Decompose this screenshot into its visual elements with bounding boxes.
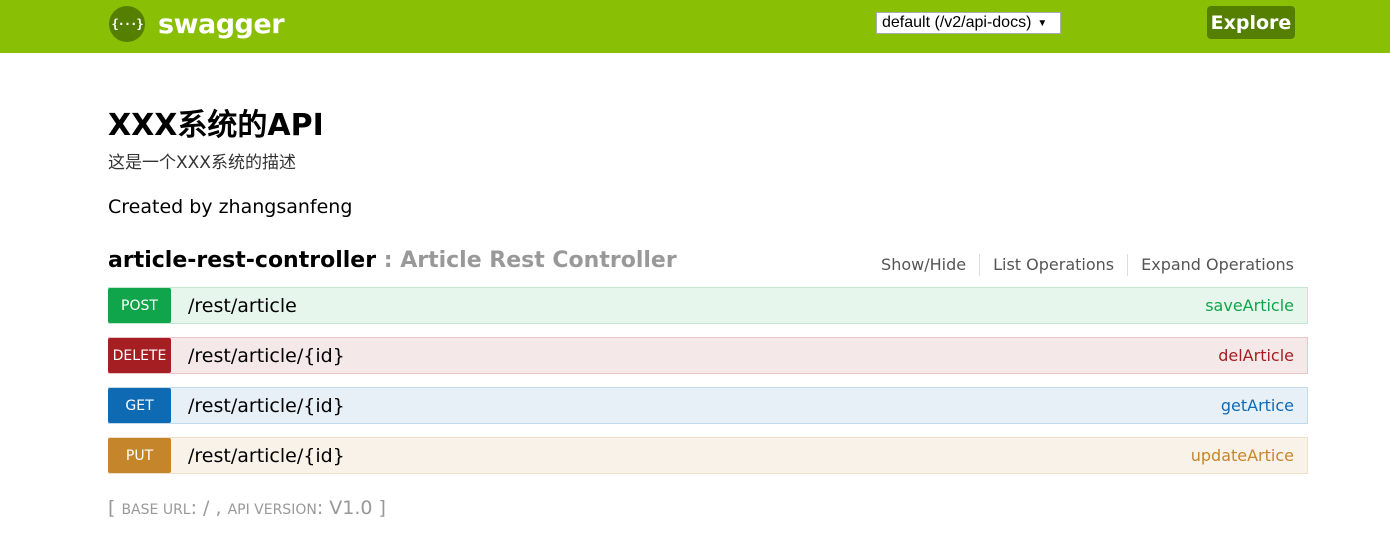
operation-nickname[interactable]: getArtice: [1221, 396, 1294, 415]
method-badge-delete[interactable]: DELETE: [108, 338, 171, 373]
operation-nickname[interactable]: saveArticle: [1205, 296, 1294, 315]
base-url-value: : / ,: [190, 497, 228, 519]
base-url-label: Base URL: [121, 502, 191, 518]
api-version-value: : V1.0: [316, 497, 379, 519]
footer-close-bracket: ]: [378, 497, 386, 519]
resource-name[interactable]: article-rest-controller: [108, 248, 376, 273]
api-spec-select[interactable]: default (/v2/api-docs) ▼: [876, 12, 1061, 34]
operation-post-save-article[interactable]: POST /rest/article saveArticle: [108, 287, 1308, 324]
operation-path[interactable]: /rest/article/{id}: [188, 395, 345, 417]
resource-separator: :: [376, 248, 401, 273]
operation-path[interactable]: /rest/article/{id}: [188, 345, 345, 367]
method-badge-post[interactable]: POST: [108, 288, 171, 323]
operation-put-update-article[interactable]: PUT /rest/article/{id} updateArtice: [108, 437, 1308, 474]
api-description: 这是一个XXX系统的描述: [108, 153, 296, 173]
method-badge-get[interactable]: GET: [108, 388, 171, 423]
api-spec-selected: default (/v2/api-docs): [882, 14, 1032, 31]
operation-get-article[interactable]: GET /rest/article/{id} getArtice: [108, 387, 1308, 424]
swagger-logo[interactable]: {···} swagger: [109, 6, 285, 42]
operation-nickname[interactable]: updateArtice: [1191, 446, 1294, 465]
top-bar: {···} swagger default (/v2/api-docs) ▼ E…: [0, 0, 1390, 53]
list-operations-link[interactable]: List Operations: [979, 254, 1127, 276]
explore-button[interactable]: Explore: [1207, 6, 1295, 39]
operation-path[interactable]: /rest/article: [188, 295, 297, 317]
method-badge-put[interactable]: PUT: [108, 438, 171, 473]
swagger-logo-icon: {···}: [109, 6, 145, 42]
api-contact: Created by zhangsanfeng: [108, 196, 353, 218]
resource-heading[interactable]: article-rest-controller : Article Rest C…: [108, 248, 677, 273]
api-footer-info: [ Base URL: / , API Version: V1.0 ]: [108, 497, 386, 519]
api-version-label: API Version: [227, 502, 317, 518]
resource-actions: Show/Hide List Operations Expand Operati…: [868, 254, 1294, 276]
show-hide-link[interactable]: Show/Hide: [868, 254, 979, 276]
footer-open-bracket: [: [108, 497, 122, 519]
operation-path[interactable]: /rest/article/{id}: [188, 445, 345, 467]
resource-description: Article Rest Controller: [400, 248, 677, 273]
operation-nickname[interactable]: delArticle: [1218, 346, 1294, 365]
expand-operations-link[interactable]: Expand Operations: [1127, 254, 1294, 276]
operation-delete-article[interactable]: DELETE /rest/article/{id} delArticle: [108, 337, 1308, 374]
swagger-logo-text: swagger: [158, 8, 285, 40]
dropdown-arrow-icon: ▼: [1037, 17, 1048, 29]
api-title: XXX系统的API: [108, 108, 324, 143]
